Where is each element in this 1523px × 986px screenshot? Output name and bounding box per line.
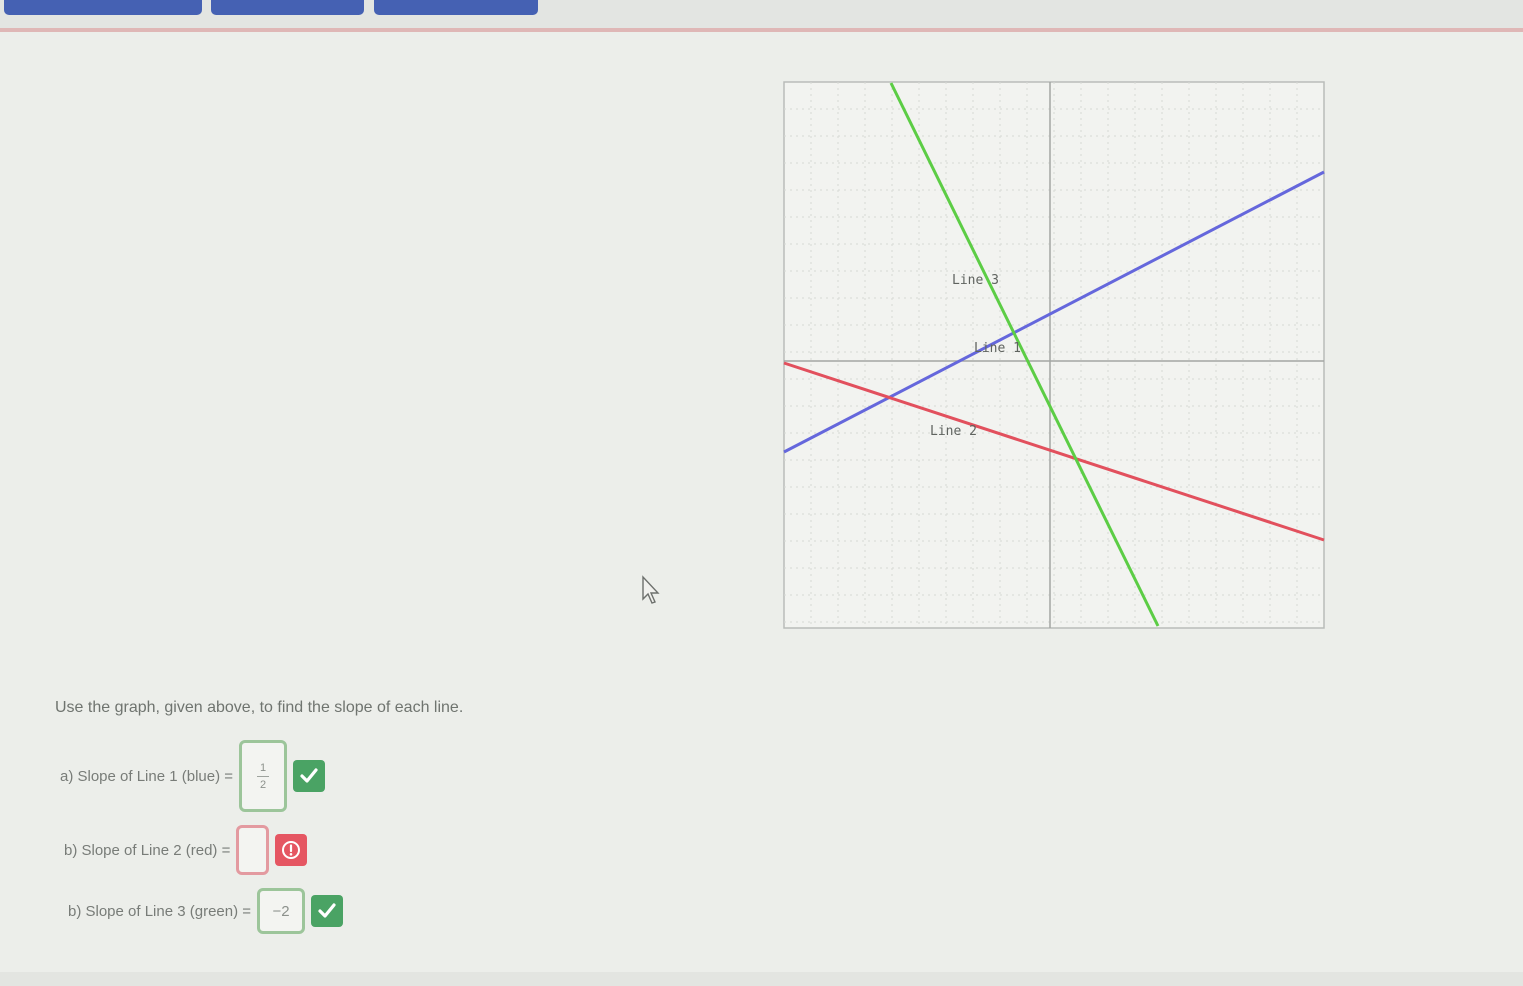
graph-frame	[783, 81, 1325, 629]
question-c-row: b) Slope of Line 3 (green) = −2	[68, 888, 344, 934]
mouse-pointer-icon	[642, 575, 660, 604]
question-b-row: b) Slope of Line 2 (red) =	[64, 825, 308, 875]
alert-icon	[275, 834, 308, 866]
answer-a-denominator: 2	[259, 778, 267, 791]
answer-c-input[interactable]: −2	[257, 888, 306, 934]
question-c-label: b) Slope of Line 3 (green) =	[68, 902, 252, 920]
graph: Line 3 Line 1 Line 2	[778, 78, 1328, 632]
question-prompt: Use the graph, given above, to find the …	[55, 699, 464, 716]
line-2-label: Line 2	[930, 424, 977, 439]
tab-2[interactable]	[211, 0, 364, 15]
graph-canvas: Line 3 Line 1 Line 2	[783, 81, 1325, 629]
tab-3[interactable]	[374, 0, 538, 15]
toolbar-divider	[0, 28, 1523, 32]
answer-a-input[interactable]: 1 2	[239, 740, 288, 812]
question-a-label: a) Slope of Line 1 (blue) =	[60, 767, 234, 785]
line-1-label: Line 1	[974, 341, 1021, 356]
answer-a-numerator: 1	[259, 761, 267, 774]
question-b-label: b) Slope of Line 2 (red) =	[64, 841, 231, 859]
answer-b-input[interactable]	[236, 825, 270, 875]
checkmark-icon	[311, 895, 344, 927]
tab-1[interactable]	[4, 0, 202, 15]
fraction-bar	[257, 775, 270, 777]
question-a-row: a) Slope of Line 1 (blue) = 1 2	[60, 740, 326, 812]
bottom-edge	[0, 972, 1523, 986]
checkmark-icon	[293, 760, 326, 792]
line-3-label: Line 3	[952, 273, 999, 288]
